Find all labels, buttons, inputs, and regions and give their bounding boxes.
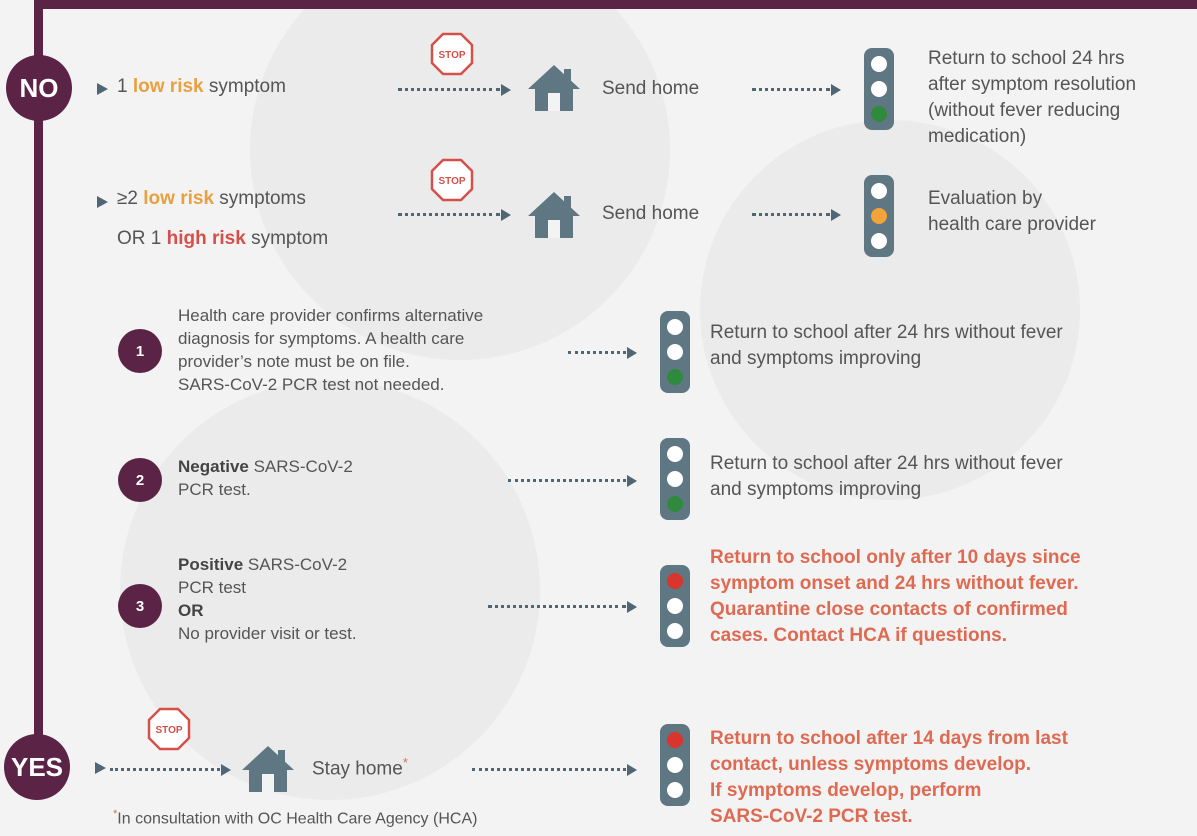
footnote: *In consultation with OC Health Care Age… <box>113 808 478 828</box>
option-number-2: 2 <box>118 458 162 502</box>
arrow-connector <box>398 208 511 221</box>
stop-sign-icon: STOP <box>430 32 474 76</box>
arrow-connector <box>752 83 841 96</box>
bullet-icon <box>95 762 106 774</box>
option3-result: Return to school only after 10 days sinc… <box>710 547 1081 646</box>
arrow-connector <box>752 208 841 221</box>
house-icon <box>528 192 580 238</box>
house-icon <box>242 746 294 792</box>
traffic-light-green-icon <box>660 438 690 520</box>
arrow-connector <box>110 763 231 776</box>
traffic-light-yellow-icon <box>864 175 894 257</box>
top-border-line <box>34 0 1197 9</box>
row1-symptom: 1 low risk symptom <box>117 76 286 97</box>
traffic-light-green-icon <box>864 48 894 130</box>
house-icon <box>528 65 580 111</box>
svg-text:STOP: STOP <box>155 725 182 736</box>
arrow-connector <box>568 346 637 359</box>
bullet-icon <box>97 196 108 208</box>
option1-text: Health care provider confirms alternativ… <box>178 306 484 394</box>
row2-result: Evaluation by health care provider <box>928 188 1096 235</box>
yes-action: Stay home* <box>312 755 408 780</box>
arrow-connector <box>398 83 511 96</box>
option2-result: Return to school after 24 hrs without fe… <box>710 453 1063 500</box>
bullet-icon <box>97 83 108 95</box>
stop-sign-icon: STOP <box>430 158 474 202</box>
row2-action: Send home <box>602 203 700 224</box>
option1-result: Return to school after 24 hrs without fe… <box>710 322 1063 369</box>
arrow-connector <box>472 763 637 776</box>
option-number-1: 1 <box>118 329 162 373</box>
row2-symptom: ≥2 low risk symptoms <box>117 188 306 209</box>
row1-result: Return to school 24 hrs after symptom res… <box>928 48 1137 147</box>
traffic-light-green-icon <box>660 311 690 393</box>
row2-symptom-alt: OR 1 high risk symptom <box>117 228 329 249</box>
row1-action: Send home <box>602 78 700 99</box>
arrow-connector <box>488 600 637 613</box>
yes-badge: YES <box>4 734 70 800</box>
yes-result: Return to school after 14 days from last… <box>710 728 1068 827</box>
arrow-connector <box>508 474 637 487</box>
svg-text:STOP: STOP <box>438 176 465 187</box>
svg-text:STOP: STOP <box>438 50 465 61</box>
no-badge: NO <box>6 55 72 121</box>
traffic-light-red-icon <box>660 724 690 806</box>
stop-sign-icon: STOP <box>147 707 191 751</box>
traffic-light-red-icon <box>660 565 690 647</box>
option-number-3: 3 <box>118 584 162 628</box>
option3-text: Positive SARS-CoV-2 PCR test OR No provi… <box>178 555 357 643</box>
option2-text: Negative SARS-CoV-2 PCR test. <box>178 457 353 499</box>
